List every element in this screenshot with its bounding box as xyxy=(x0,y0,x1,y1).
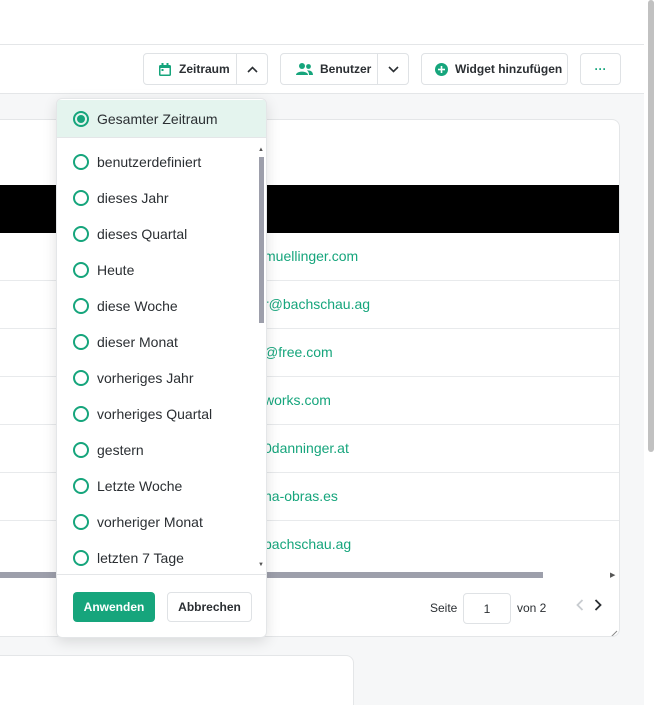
calendar-icon xyxy=(158,62,172,76)
option-dieses-jahr[interactable]: dieses Jahr xyxy=(57,180,266,216)
option-diese-woche[interactable]: diese Woche xyxy=(57,288,266,324)
chevron-up-icon[interactable] xyxy=(237,54,268,84)
option-gesamter-zeitraum[interactable]: Gesamter Zeitraum xyxy=(57,100,266,137)
apply-button[interactable]: Anwenden xyxy=(73,592,155,622)
page-total-label: von 2 xyxy=(517,601,547,615)
option-letzte-woche[interactable]: Letzte Woche xyxy=(57,468,266,504)
zeitraum-dropdown: Gesamter Zeitraum benutzerdefiniert dies… xyxy=(56,98,267,638)
second-card xyxy=(0,655,354,705)
radio-icon xyxy=(73,406,89,422)
radio-icon xyxy=(73,478,89,494)
option-gestern[interactable]: gestern xyxy=(57,432,266,468)
benutzer-label: Benutzer xyxy=(320,62,372,76)
top-bar xyxy=(0,0,644,45)
radio-icon xyxy=(73,190,89,206)
users-icon xyxy=(295,62,313,76)
option-vorheriger-monat[interactable]: vorheriger Monat xyxy=(57,504,266,540)
radio-icon xyxy=(73,154,89,170)
radio-icon xyxy=(73,370,89,386)
option-letzten-7-tage[interactable]: letzten 7 Tage xyxy=(57,540,266,576)
scroll-up-icon[interactable]: ▲ xyxy=(258,147,264,153)
email-cell[interactable]: muellinger.com xyxy=(264,248,358,264)
radio-icon xyxy=(73,442,89,458)
chevron-down-icon[interactable] xyxy=(378,54,409,84)
option-heute[interactable]: Heute xyxy=(57,252,266,288)
add-widget-label: Widget hinzufügen xyxy=(455,62,563,76)
option-dieser-monat[interactable]: dieser Monat xyxy=(57,324,266,360)
radio-selected-icon xyxy=(73,110,89,127)
radio-icon xyxy=(73,262,89,278)
prev-page-icon[interactable] xyxy=(576,598,584,614)
zeitraum-button[interactable]: Zeitraum xyxy=(143,53,268,85)
scroll-down-icon[interactable]: ▼ xyxy=(258,562,264,568)
radio-icon xyxy=(73,298,89,314)
page-number-input[interactable]: 1 xyxy=(463,593,511,624)
option-dieses-quartal[interactable]: dieses Quartal xyxy=(57,216,266,252)
more-options-button[interactable]: ··· xyxy=(580,53,621,85)
radio-icon xyxy=(73,514,89,530)
radio-icon xyxy=(73,550,89,566)
email-cell[interactable]: r@bachschau.ag xyxy=(264,296,370,312)
scroll-right-icon[interactable]: ▶ xyxy=(610,571,615,579)
option-vorheriges-quartal[interactable]: vorheriges Quartal xyxy=(57,396,266,432)
plus-circle-icon xyxy=(434,62,448,76)
zeitraum-label: Zeitraum xyxy=(179,62,230,76)
more-dots-icon: ··· xyxy=(594,62,607,76)
benutzer-button[interactable]: Benutzer xyxy=(280,53,409,85)
next-page-icon[interactable] xyxy=(594,598,602,614)
email-cell[interactable]: na-obras.es xyxy=(264,488,338,504)
cancel-button[interactable]: Abbrechen xyxy=(167,592,252,622)
email-cell[interactable]: @free.com xyxy=(264,344,333,360)
page-label: Seite xyxy=(430,601,458,615)
email-cell[interactable]: bachschau.ag xyxy=(264,536,351,552)
radio-icon xyxy=(73,334,89,350)
option-benutzerdefiniert[interactable]: benutzerdefiniert xyxy=(57,144,266,180)
option-vorheriges-jahr[interactable]: vorheriges Jahr xyxy=(57,360,266,396)
page-scrollbar[interactable] xyxy=(644,0,656,705)
email-cell[interactable]: 0danninger.at xyxy=(264,440,349,456)
radio-icon xyxy=(73,226,89,242)
email-cell[interactable]: works.com xyxy=(264,392,331,408)
page-scrollbar-thumb[interactable] xyxy=(648,0,654,452)
dropdown-scrollbar[interactable] xyxy=(259,157,264,323)
add-widget-button[interactable]: Widget hinzufügen xyxy=(421,53,568,85)
resize-handle-icon[interactable] xyxy=(609,626,618,636)
